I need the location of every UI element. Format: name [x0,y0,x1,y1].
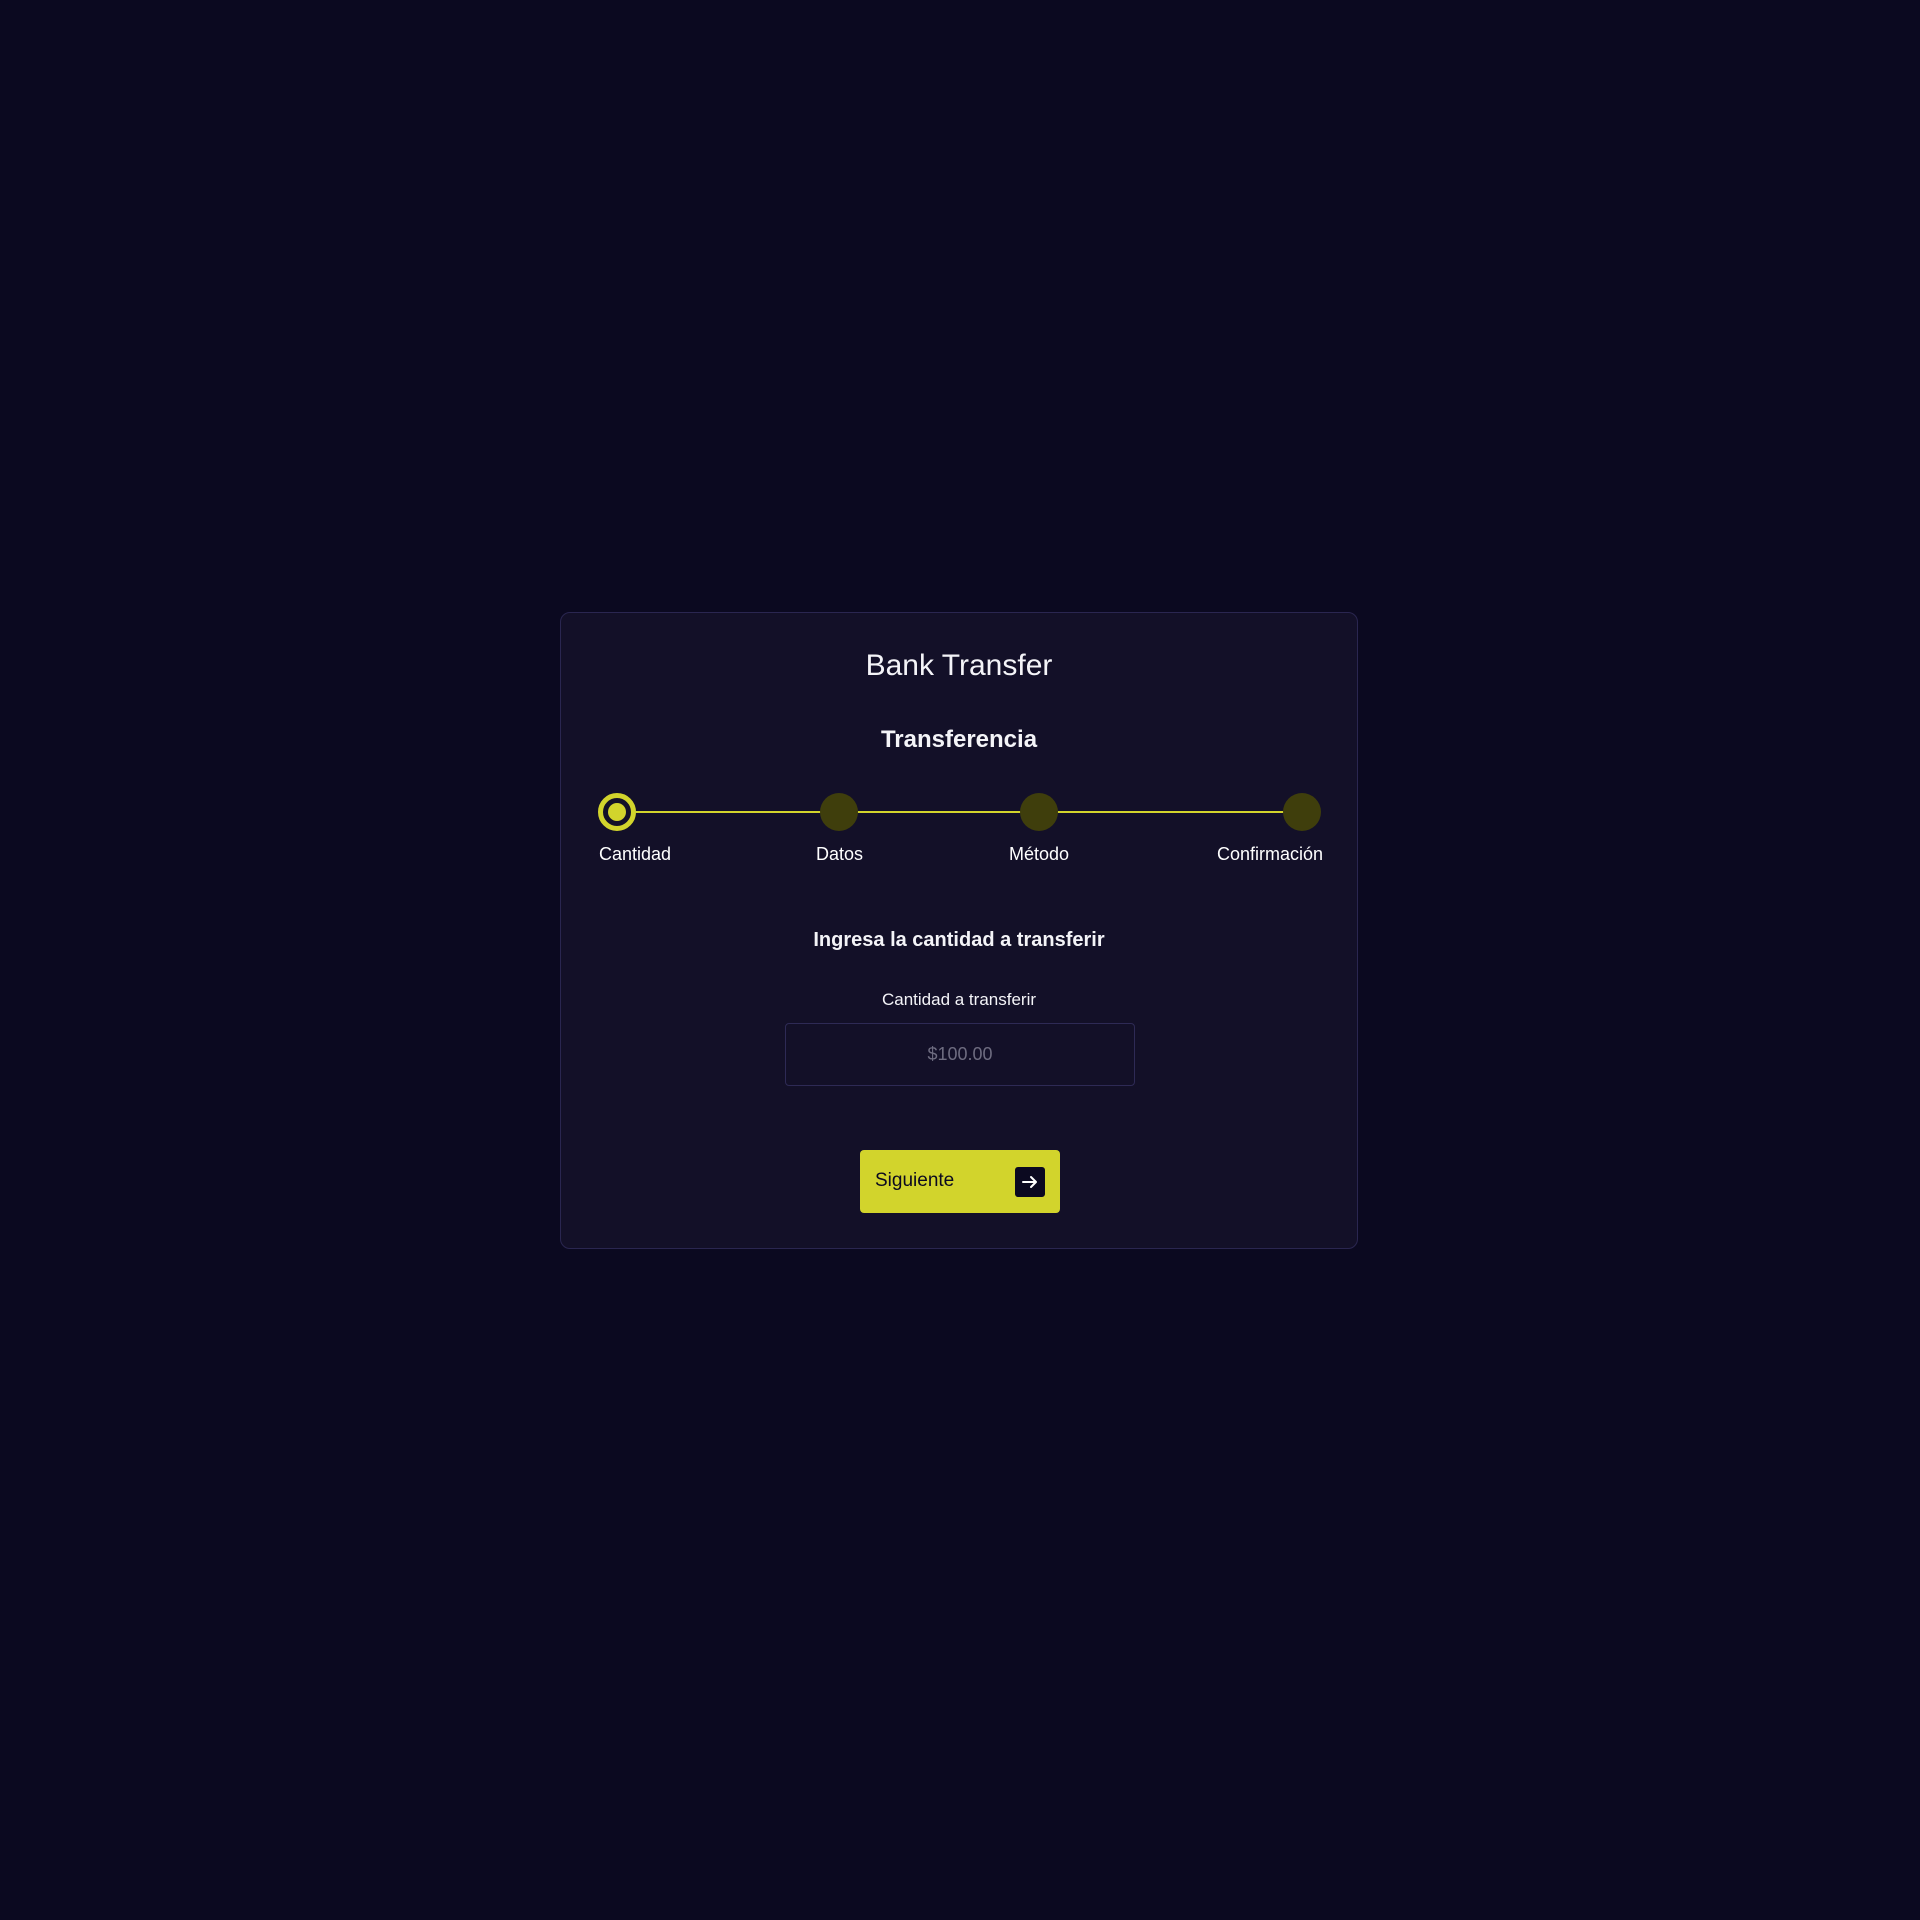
step-1-indicator[interactable] [598,793,636,831]
arrow-right-icon [1015,1167,1045,1197]
form-prompt: Ingresa la cantidad a transferir [813,929,1105,951]
step-2-indicator[interactable] [820,793,858,831]
amount-field-label: Cantidad a transferir [881,990,1037,1009]
step-4-label: Confirmación [1217,844,1324,864]
step-3-indicator[interactable] [1020,793,1058,831]
step-2-label: Datos [816,844,864,864]
amount-input[interactable] [785,1023,1135,1086]
next-button-label: Siguiente [875,1170,955,1191]
step-4-indicator[interactable] [1283,793,1321,831]
stepper-connector-line [619,811,1320,813]
transfer-card: Bank Transfer Transferencia Cantidad Dat… [560,612,1358,1249]
next-button[interactable]: Siguiente [860,1150,1060,1213]
step-1-label: Cantidad [599,844,672,864]
step-3-label: Método [1009,844,1070,864]
progress-stepper: Cantidad Datos Método Confirmación [561,613,1357,913]
